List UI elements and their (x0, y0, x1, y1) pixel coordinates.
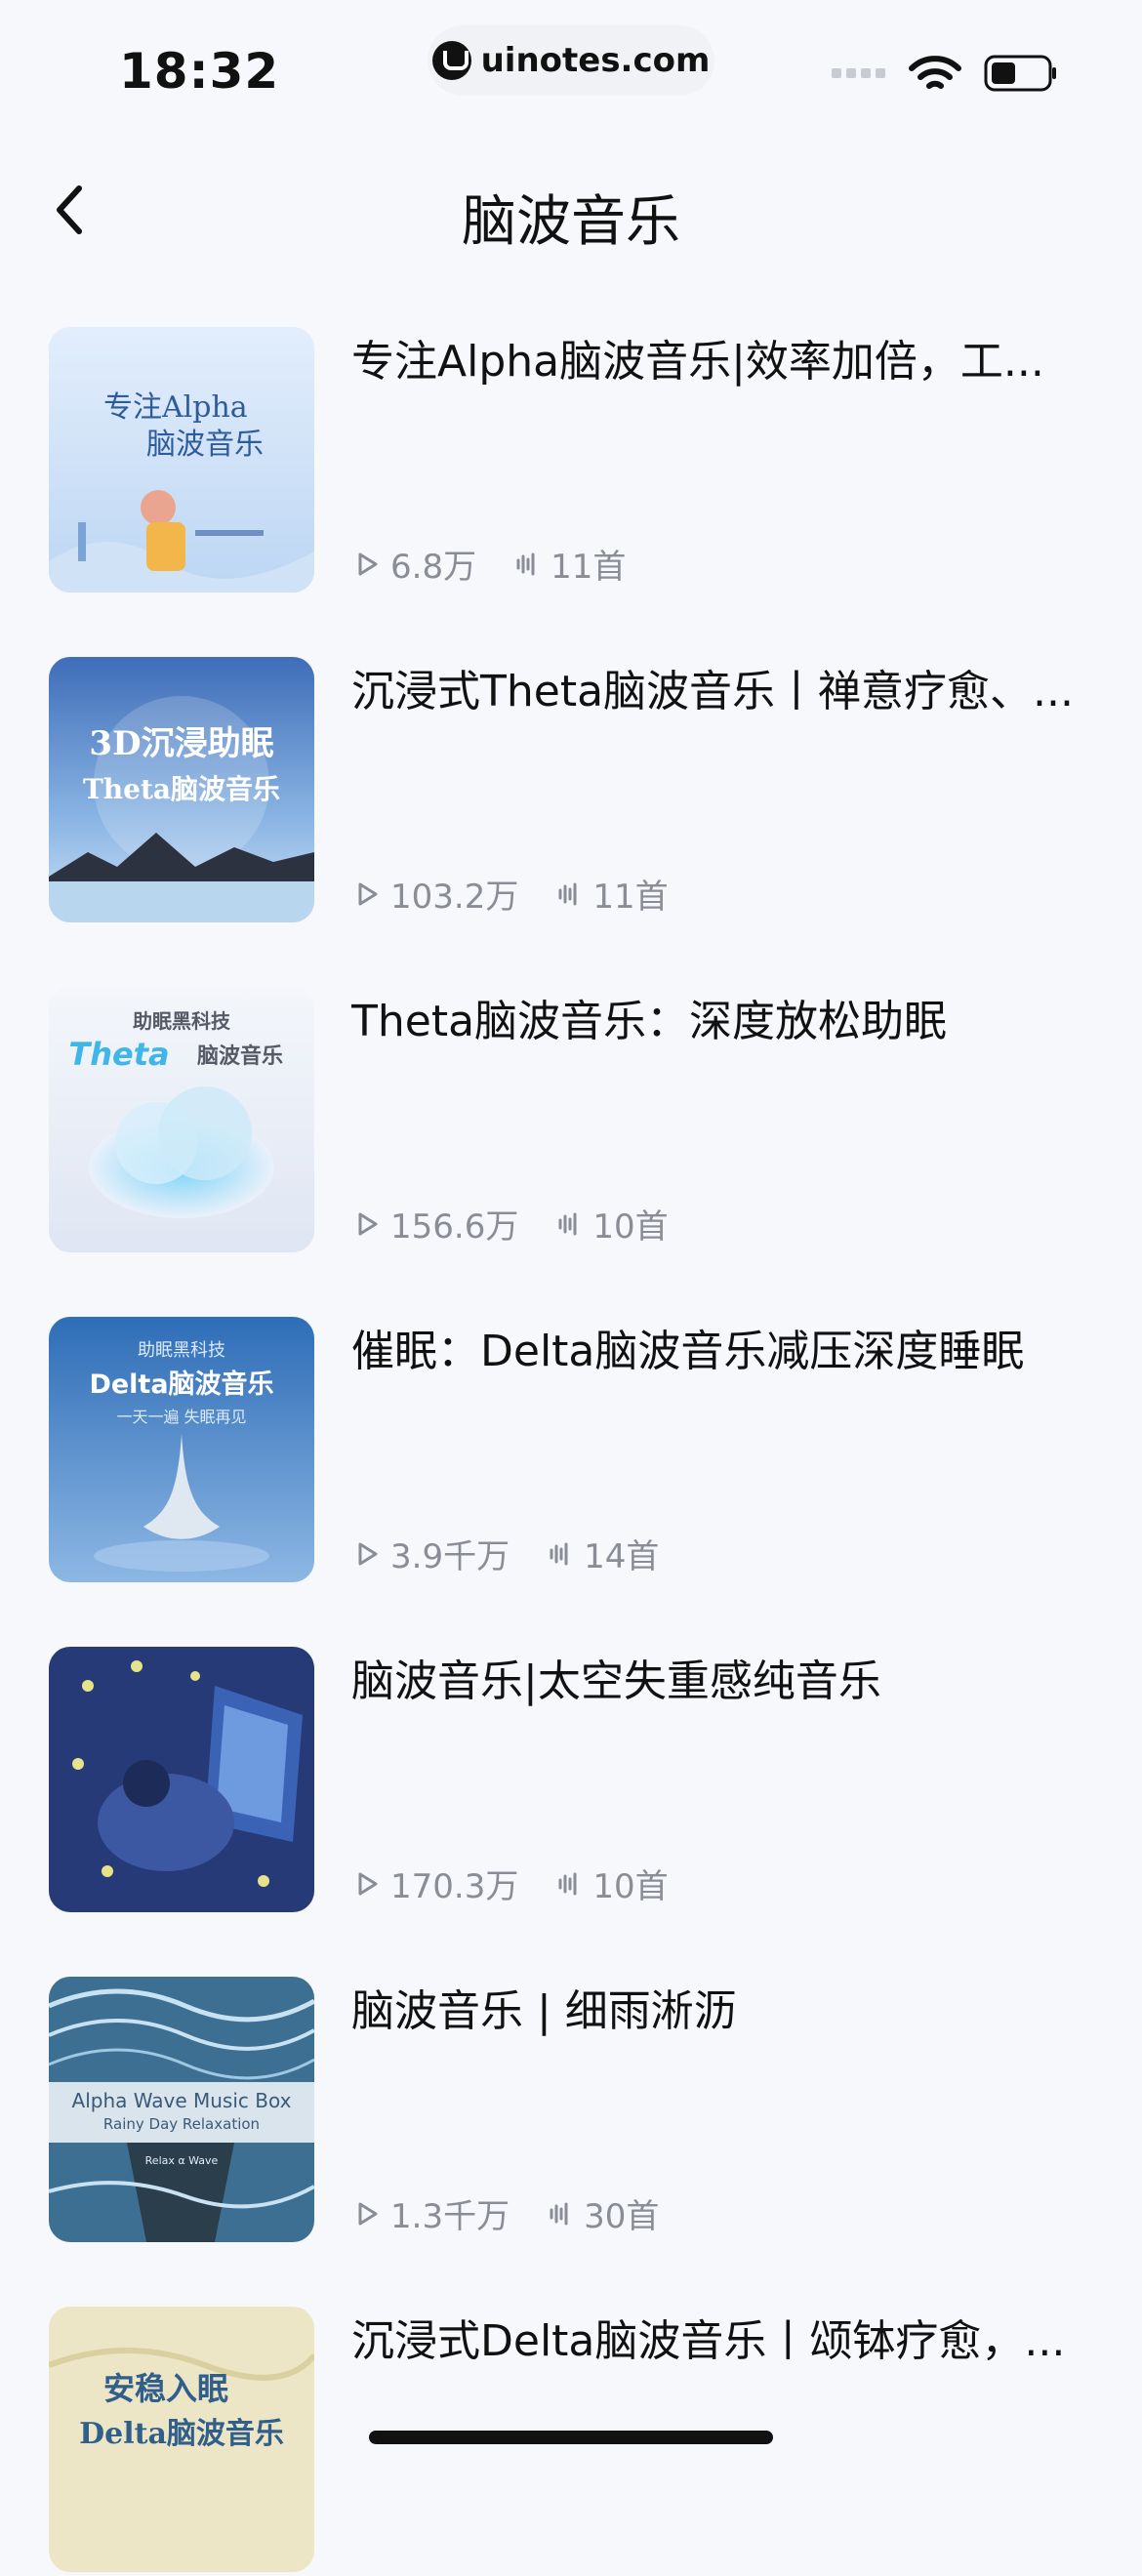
play-icon (358, 882, 378, 905)
audio-wave-icon (516, 552, 535, 575)
cellular-signal-icon (832, 68, 885, 78)
url-pill[interactable]: uinotes.com (428, 25, 714, 96)
audio-wave-icon (558, 1212, 577, 1235)
cover-image: Alpha Wave Music Box Rainy Day Relaxatio… (49, 1977, 314, 2242)
wifi-icon (909, 56, 961, 89)
list-item[interactable]: 助眠黑科技 Delta脑波音乐 一天一遍 失眠再见 催眠：Delta脑波音乐减压… (0, 1317, 1142, 1586)
play-icon (358, 1872, 378, 1895)
nav-bar: 脑波音乐 (0, 156, 1142, 264)
item-title: 催眠：Delta脑波音乐减压深度睡眠 (351, 1327, 1025, 1376)
status-bar: 18:32 uinotes.com (0, 0, 1142, 127)
battery-icon (984, 55, 1056, 92)
cover-text: 专注Alpha (103, 390, 248, 425)
cover-text: Delta脑波音乐 (79, 2417, 284, 2451)
cover-text: 一天一遍 失眠再见 (116, 1408, 246, 1426)
play-count: 6.8万 (390, 548, 477, 587)
item-title: 脑波音乐|太空失重感纯音乐 (351, 1656, 881, 1706)
track-count: 10首 (592, 1207, 669, 1247)
cover-text: Alpha Wave Music Box (72, 2089, 292, 2112)
home-indicator[interactable] (369, 2431, 773, 2444)
play-count: 156.6万 (390, 1207, 519, 1247)
play-count: 103.2万 (390, 878, 519, 917)
track-count: 11首 (551, 548, 627, 587)
url-text: uinotes.com (480, 41, 711, 80)
cover-image (49, 1647, 314, 1912)
track-count: 30首 (584, 2197, 660, 2236)
play-count: 1.3千万 (390, 2197, 510, 2236)
list-item[interactable]: 3D沉浸助眠 Theta脑波音乐 沉浸式Theta脑波音乐丨禅意疗愈、... 1… (0, 657, 1142, 926)
item-title: 沉浸式Theta脑波音乐丨禅意疗愈、... (351, 667, 1075, 716)
track-count: 14首 (584, 1537, 660, 1576)
item-meta: 3.9千万 14首 (353, 1530, 659, 1577)
status-time: 18:32 (119, 43, 280, 100)
cover-image: 专注Alpha 脑波音乐 (49, 327, 314, 593)
item-meta: 1.3千万 30首 (353, 2189, 659, 2237)
cover-text: 助眠黑科技 (138, 1340, 225, 1361)
item-title: Theta脑波音乐：深度放松助眠 (351, 997, 948, 1046)
cover-text: 3D沉浸助眠 (89, 724, 273, 763)
item-title: 专注Alpha脑波音乐|效率加倍，工... (351, 337, 1044, 387)
play-icon (358, 2202, 378, 2225)
list-item[interactable]: 脑波音乐|太空失重感纯音乐 170.3万 10首 (0, 1647, 1142, 1916)
play-icon (358, 552, 378, 575)
list-item[interactable]: 专注Alpha 脑波音乐 专注Alpha脑波音乐|效率加倍，工... 6.8万 … (0, 327, 1142, 596)
play-count: 3.9千万 (390, 1537, 510, 1576)
audio-wave-icon (558, 1872, 577, 1895)
cover-text: 安稳入眠 (103, 2370, 228, 2407)
cover-text: 助眠黑科技 (133, 1009, 231, 1033)
item-title: 沉浸式Delta脑波音乐丨颂钵疗愈，... (351, 2316, 1066, 2366)
site-logo-icon (431, 41, 471, 80)
cover-image: 3D沉浸助眠 Theta脑波音乐 (49, 657, 314, 922)
cover-image: 助眠黑科技 Theta 脑波音乐 (49, 987, 314, 1252)
cover-text: Rainy Day Relaxation (103, 2115, 260, 2133)
cover-text: Theta脑波音乐 (83, 773, 280, 805)
cover-text: 脑波音乐 (146, 428, 264, 462)
item-meta: 170.3万 10首 (353, 1860, 669, 1907)
play-icon (358, 1212, 378, 1235)
track-count: 10首 (592, 1867, 669, 1906)
track-count: 11首 (592, 878, 669, 917)
audio-wave-icon (550, 1542, 568, 1565)
item-meta: 156.6万 10首 (353, 1200, 669, 1247)
list-item[interactable]: 助眠黑科技 Theta 脑波音乐 Theta脑波音乐：深度放松助眠 156.6万… (0, 987, 1142, 1256)
item-meta: 6.8万 11首 (353, 540, 626, 588)
cover-image: 安稳入眠 Delta脑波音乐 (49, 2307, 314, 2572)
audio-wave-icon (550, 2202, 568, 2225)
audio-wave-icon (558, 882, 577, 905)
play-icon (358, 1542, 378, 1565)
page-title: 脑波音乐 (462, 190, 680, 254)
item-title: 脑波音乐 | 细雨淅沥 (351, 1986, 737, 2036)
cover-text: Theta (68, 1036, 169, 1073)
play-count: 170.3万 (390, 1867, 519, 1906)
list-item[interactable]: Alpha Wave Music Box Rainy Day Relaxatio… (0, 1977, 1142, 2246)
item-meta: 103.2万 11首 (353, 870, 669, 918)
cover-text: Delta脑波音乐 (89, 1369, 273, 1400)
cover-image: 助眠黑科技 Delta脑波音乐 一天一遍 失眠再见 (49, 1317, 314, 1582)
cover-text: 脑波音乐 (197, 1043, 283, 1069)
cover-text: Relax α Wave (145, 2154, 219, 2167)
